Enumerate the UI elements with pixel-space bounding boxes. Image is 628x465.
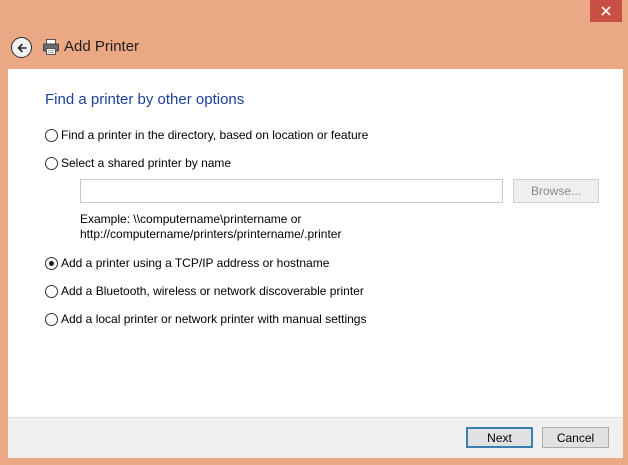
back-arrow-icon bbox=[17, 43, 27, 52]
radio-button[interactable] bbox=[45, 256, 58, 270]
option-label: Add a printer using a TCP/IP address or … bbox=[61, 256, 330, 270]
option-label: Add a local printer or network printer w… bbox=[61, 312, 367, 326]
back-button[interactable] bbox=[11, 37, 32, 58]
close-icon bbox=[601, 6, 611, 16]
close-button[interactable] bbox=[590, 0, 622, 22]
example-hint: Example: \\computername\printername or h… bbox=[80, 212, 400, 242]
option-label: Find a printer in the directory, based o… bbox=[61, 128, 369, 142]
radio-button[interactable] bbox=[45, 284, 58, 298]
page-title: Find a printer by other options bbox=[45, 91, 245, 108]
option-directory[interactable]: Find a printer in the directory, based o… bbox=[45, 128, 368, 142]
header: Add Printer bbox=[0, 26, 628, 68]
cancel-button[interactable]: Cancel bbox=[542, 427, 609, 448]
option-label: Add a Bluetooth, wireless or network dis… bbox=[61, 284, 364, 298]
example-line-2: http://computername/printers/printername… bbox=[80, 227, 342, 241]
option-label: Select a shared printer by name bbox=[61, 156, 232, 170]
radio-button[interactable] bbox=[45, 128, 58, 142]
window-frame: Add Printer Find a printer by other opti… bbox=[0, 0, 628, 465]
printer-icon bbox=[43, 39, 59, 55]
radio-button[interactable] bbox=[45, 156, 58, 170]
option-tcp-ip[interactable]: Add a printer using a TCP/IP address or … bbox=[45, 256, 329, 270]
option-bluetooth-wireless[interactable]: Add a Bluetooth, wireless or network dis… bbox=[45, 284, 364, 298]
radio-button[interactable] bbox=[45, 312, 58, 326]
window-title: Add Printer bbox=[64, 38, 140, 55]
footer: Next Cancel bbox=[8, 417, 623, 458]
next-button[interactable]: Next bbox=[466, 427, 533, 448]
browse-button[interactable]: Browse... bbox=[513, 179, 599, 203]
option-shared-name[interactable]: Select a shared printer by name bbox=[45, 156, 231, 170]
option-local-manual[interactable]: Add a local printer or network printer w… bbox=[45, 312, 366, 326]
example-line-1: Example: \\computername\printername or bbox=[80, 212, 302, 226]
shared-printer-name-input[interactable] bbox=[80, 179, 503, 203]
content-panel: Find a printer by other options Find a p… bbox=[8, 69, 623, 417]
